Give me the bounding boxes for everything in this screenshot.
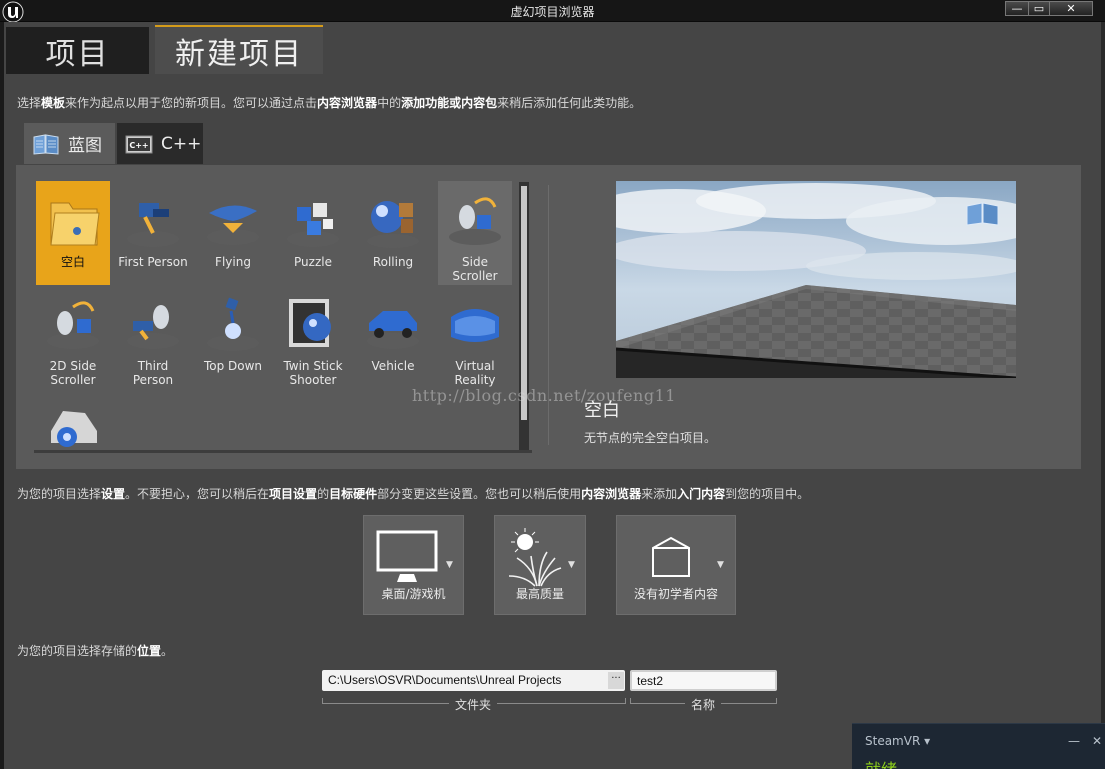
- template-scrollbar-thumb[interactable]: [521, 186, 527, 420]
- template-label: Top Down: [203, 359, 263, 373]
- template-item[interactable]: Virtual Reality: [438, 285, 512, 389]
- side-scroller-icon: [449, 197, 501, 245]
- monitor-icon: [376, 530, 438, 582]
- template-preview-image: [616, 181, 1016, 378]
- template-item[interactable]: 2D Side Scroller: [36, 285, 110, 389]
- tab-blueprint[interactable]: 蓝图: [24, 123, 115, 164]
- template-item[interactable]: Side Scroller: [438, 181, 512, 285]
- puzzle-icon: [287, 203, 339, 247]
- chevron-down-icon: ▼: [568, 560, 575, 570]
- blueprint-book-icon: [33, 133, 59, 155]
- template-label: 空白: [60, 255, 85, 269]
- folder-icon: [50, 202, 100, 246]
- browse-folder-button[interactable]: ···: [608, 672, 624, 689]
- starter-content-setting-button[interactable]: ▼ 没有初学者内容: [616, 515, 736, 615]
- name-label: 名称: [685, 696, 722, 713]
- minimize-button[interactable]: —: [1005, 1, 1029, 16]
- template-item[interactable]: 空白: [36, 181, 110, 285]
- tab-new-project[interactable]: 新建项目: [155, 25, 323, 74]
- window-title: 虚幻项目浏览器: [510, 5, 595, 19]
- quality-label: 最高质量: [515, 587, 564, 601]
- location-instructions: 为您的项目选择存储的位置。: [17, 644, 174, 658]
- path-label: 文件夹: [449, 696, 498, 713]
- template-item[interactable]: Rolling: [356, 181, 430, 285]
- steamvr-close-button[interactable]: ✕: [1092, 734, 1102, 748]
- template-item[interactable]: Third Person: [116, 285, 190, 389]
- platform-setting-button[interactable]: ▼ 桌面/游戏机: [363, 515, 464, 615]
- template-item[interactable]: Top Down: [196, 285, 270, 389]
- panel-divider: [548, 185, 549, 445]
- path-tick-left: [322, 698, 323, 704]
- project-path-field[interactable]: C:\Users\OSVR\Documents\Unreal Projects: [322, 670, 625, 691]
- svg-text:C++: C++: [129, 141, 148, 150]
- template-label: Puzzle: [294, 255, 332, 269]
- flying-icon: [207, 205, 259, 245]
- template-label: Side Scroller: [452, 255, 498, 283]
- template-instructions: 选择模板来作为起点以用于您的新项目。您可以通过点击内容浏览器中的添加功能或内容包…: [17, 96, 642, 110]
- name-tick-left: [630, 698, 631, 704]
- starter-content-label: 没有初学者内容: [633, 587, 718, 601]
- platform-label: 桌面/游戏机: [381, 587, 446, 601]
- quality-setting-button[interactable]: ▼ 最高质量: [494, 515, 586, 615]
- rolling-icon: [367, 201, 419, 248]
- template-item[interactable]: Vehicle: [356, 285, 430, 389]
- vr-headset-icon: [451, 309, 499, 342]
- title-bar: 虚幻项目浏览器 — ▭ ✕: [0, 0, 1105, 23]
- steamvr-menu[interactable]: SteamVR ▾: [865, 734, 930, 748]
- third-person-icon: [127, 305, 179, 349]
- template-item[interactable]: Flying: [196, 181, 270, 285]
- name-tick-right: [776, 698, 777, 704]
- empty-box-icon: [652, 536, 690, 577]
- twin-stick-icon: [289, 299, 331, 347]
- template-label: First Person: [118, 255, 188, 269]
- template-label: Flying: [215, 255, 251, 269]
- tab-cpp[interactable]: C++ C++: [117, 123, 203, 164]
- maximize-button[interactable]: ▭: [1028, 1, 1050, 16]
- template-label: Third Person: [132, 359, 174, 387]
- template-label: 2D Side Scroller: [49, 359, 97, 387]
- path-tick-right: [625, 698, 626, 704]
- template-label: Rolling: [372, 255, 414, 269]
- selected-template-description: 无节点的完全空白项目。: [584, 431, 717, 445]
- settings-instructions: 为您的项目选择设置。不要担心，您可以稍后在项目设置的目标硬件部分变更这些设置。您…: [17, 487, 810, 501]
- template-grid: 空白 First Person Flying Puzzle Rolling Side Sc…: [16, 176, 516, 452]
- cpp-file-icon: C++: [125, 135, 153, 153]
- tab-projects[interactable]: 项目: [6, 27, 149, 74]
- template-item[interactable]: Twin Stick Shooter: [276, 285, 350, 389]
- template-label: Vehicle: [371, 359, 415, 373]
- template-item[interactable]: Puzzle: [276, 181, 350, 285]
- template-label: Twin Stick Shooter: [283, 359, 343, 387]
- watermark: http://blog.csdn.net/zoufeng11: [412, 386, 676, 405]
- template-item[interactable]: [36, 389, 110, 493]
- tab-cpp-label: C++: [161, 133, 202, 154]
- first-person-icon: [127, 203, 179, 247]
- chevron-down-icon: ▼: [446, 560, 453, 570]
- template-label: Virtual Reality: [454, 359, 496, 387]
- vehicle-icon: [367, 311, 419, 349]
- chevron-down-icon: ▼: [717, 560, 724, 570]
- project-name-field[interactable]: test2: [630, 670, 777, 691]
- close-button[interactable]: ✕: [1049, 1, 1093, 16]
- steamvr-minimize-button[interactable]: —: [1068, 734, 1080, 748]
- 2d-side-scroller-icon: [47, 301, 99, 349]
- steamvr-widget[interactable]: SteamVR ▾ — ✕ 就绪: [852, 723, 1105, 769]
- quality-plant-icon: [508, 528, 562, 587]
- template-item[interactable]: First Person: [116, 181, 190, 285]
- window-edge: [1101, 22, 1105, 769]
- blueprint-book-icon: [966, 202, 999, 226]
- steamvr-status: 就绪: [865, 756, 897, 769]
- top-down-icon: [207, 297, 259, 351]
- grid-bottom-edge: [34, 450, 532, 453]
- tab-blueprint-label: 蓝图: [68, 136, 102, 156]
